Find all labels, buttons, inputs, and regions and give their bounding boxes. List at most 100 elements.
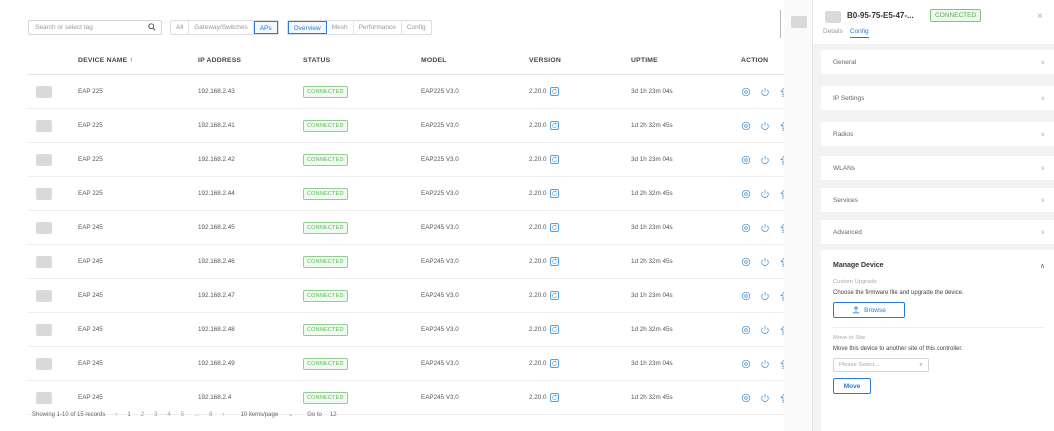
locate-icon[interactable] [741,291,751,301]
version: 2.20.0 [529,224,547,231]
section-services[interactable]: Services ∨ [821,188,1054,212]
locate-icon[interactable] [741,121,751,131]
section-wlans[interactable]: WLANs ∨ [821,156,1054,180]
header-device-name[interactable]: DEVICE NAME ↑ [78,57,198,64]
status-badge: CONNECTED [303,391,348,404]
reboot-icon[interactable] [760,87,770,97]
manage-device-title[interactable]: Manage Device [833,262,1045,269]
site-select[interactable]: Please Select... ∨ [833,358,929,372]
tab-config[interactable]: Config [849,28,869,38]
page-3[interactable]: 3 [154,412,157,418]
table-row[interactable]: EAP 225 192.168.2.41 CONNECTED EAP225 V3.0 2… [28,109,796,143]
locate-icon[interactable] [741,257,751,267]
records-summary: Showing 1-10 of 15 records [32,411,106,418]
table-row[interactable]: EAP 245 192.168.2.4 CONNECTED EAP245 V3.0 2.… [28,381,796,415]
close-icon[interactable]: × [1037,11,1043,22]
page-8[interactable]: 8 [209,412,212,418]
filter-aps[interactable]: APs [253,20,278,34]
section-ip-settings[interactable]: IP Settings ∨ [821,86,1054,110]
table-row[interactable]: EAP 225 192.168.2.44 CONNECTED EAP225 V3.0 2… [28,177,796,211]
locate-icon[interactable] [741,393,751,403]
device-name[interactable]: EAP 225 [78,88,198,95]
prev-page-button[interactable]: ‹ [115,412,117,418]
tab-overview[interactable]: Overview [287,20,327,34]
device-name[interactable]: EAP 245 [78,224,198,231]
locate-icon[interactable] [741,155,751,165]
tab-mesh[interactable]: Mesh [327,20,354,34]
goto-page-input[interactable]: 12 [330,412,337,418]
locate-icon[interactable] [741,189,751,199]
device-name[interactable]: EAP 225 [78,190,198,197]
pagination: Showing 1-10 of 15 records ‹ 1 2 3 4 5 .… [32,411,337,419]
refresh-icon[interactable] [549,257,559,266]
model: EAP245 V3.0 [421,258,459,265]
reboot-icon[interactable] [760,223,770,233]
table-row[interactable]: EAP 245 192.168.2.48 CONNECTED EAP245 V3.0 2… [28,313,796,347]
tab-details[interactable]: Details [823,28,843,38]
tab-config[interactable]: Config [402,21,431,34]
divider [780,10,781,38]
section-general[interactable]: General ∨ [821,50,1054,74]
reboot-icon[interactable] [760,359,770,369]
refresh-icon[interactable] [549,189,559,198]
chevron-up-icon[interactable]: ∧ [1040,262,1045,270]
device-name[interactable]: EAP 245 [78,258,198,265]
tab-performance[interactable]: Performance [354,20,402,34]
refresh-icon[interactable] [549,87,559,96]
search-icon[interactable] [148,23,156,31]
reboot-icon[interactable] [760,291,770,301]
device-thumbnail [36,85,52,98]
chevron-down-icon[interactable]: ⌄ [288,411,293,418]
locate-icon[interactable] [741,223,751,233]
device-name[interactable]: EAP 225 [78,122,198,129]
page-1[interactable]: 1 [127,412,130,418]
refresh-icon[interactable] [549,291,559,300]
page-2[interactable]: 2 [141,412,144,418]
uptime: 1d 2h 32m 45s [631,258,673,265]
locate-icon[interactable] [741,359,751,369]
refresh-icon[interactable] [549,359,559,368]
device-name[interactable]: EAP 225 [78,156,198,163]
section-advanced[interactable]: Advanced ∨ [821,220,1054,244]
page-ellipsis[interactable]: ... [194,412,199,418]
device-name[interactable]: EAP 245 [78,394,198,401]
table-row[interactable]: EAP 245 192.168.2.49 CONNECTED EAP245 V3.0 2… [28,347,796,381]
locate-icon[interactable] [741,87,751,97]
device-name[interactable]: EAP 245 [78,292,198,299]
reboot-icon[interactable] [760,189,770,199]
ip-address: 192.168.2.48 [198,326,235,333]
page-4[interactable]: 4 [167,412,170,418]
refresh-icon[interactable] [549,325,559,334]
table-row[interactable]: EAP 225 192.168.2.43 CONNECTED EAP225 V3.0 2… [28,75,796,109]
page-5[interactable]: 5 [181,412,184,418]
section-radios[interactable]: Radios ∨ [821,122,1054,146]
table-row[interactable]: EAP 245 192.168.2.45 CONNECTED EAP245 V3.0 2… [28,211,796,245]
reboot-icon[interactable] [760,121,770,131]
table-row[interactable]: EAP 245 192.168.2.46 CONNECTED EAP245 V3.0 2… [28,245,796,279]
move-button[interactable]: Move [833,378,871,394]
locate-icon[interactable] [741,325,751,335]
device-name[interactable]: EAP 245 [78,326,198,333]
search-input[interactable] [35,23,135,31]
reboot-icon[interactable] [760,393,770,403]
refresh-icon[interactable] [549,223,559,232]
ip-address: 192.168.2.43 [198,88,235,95]
reboot-icon[interactable] [760,257,770,267]
table-row[interactable]: EAP 245 192.168.2.47 CONNECTED EAP245 V3.0 2… [28,279,796,313]
reboot-icon[interactable] [760,325,770,335]
filter-all[interactable]: All [171,20,190,34]
device-name[interactable]: EAP 245 [78,360,198,367]
reboot-icon[interactable] [760,155,770,165]
refresh-icon[interactable] [549,393,559,402]
items-per-page-select[interactable]: 10 items/page [240,412,278,418]
refresh-icon[interactable] [549,155,559,164]
status-cell: CONNECTED [303,119,421,132]
search-box[interactable] [28,19,162,35]
panel-tabs: Details Config [823,28,869,38]
chevron-down-icon: ∨ [1040,59,1045,66]
browse-button[interactable]: Browse [833,302,905,318]
filter-gateway-switches[interactable]: Gateway/Switches [189,20,254,34]
table-row[interactable]: EAP 225 192.168.2.42 CONNECTED EAP225 V3.0 2… [28,143,796,177]
next-page-button[interactable]: › [222,412,224,418]
refresh-icon[interactable] [549,121,559,130]
